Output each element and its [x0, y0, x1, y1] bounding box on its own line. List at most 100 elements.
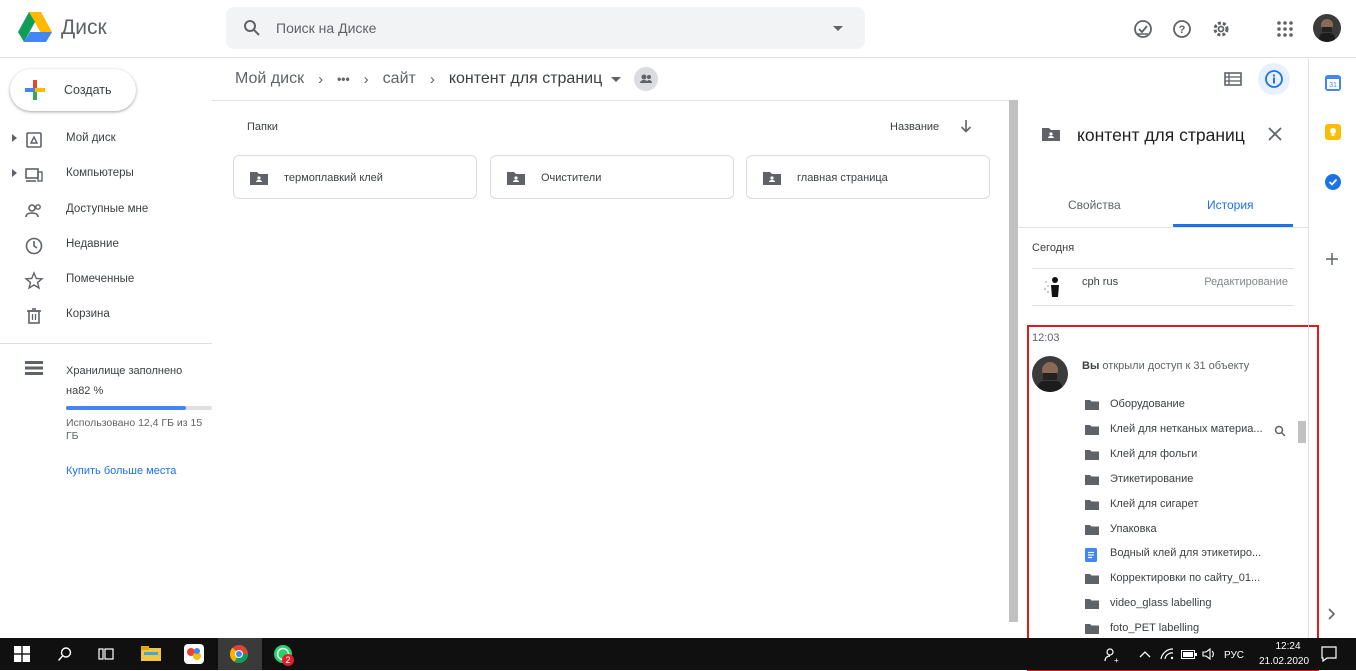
- chevron-right-icon: ›: [363, 70, 369, 88]
- search-input[interactable]: Поиск на Диске: [276, 20, 376, 36]
- tab-divider: [1018, 227, 1308, 228]
- shared-folder-icon: [1041, 126, 1061, 142]
- sidebar-item-label: Мой диск: [66, 132, 116, 144]
- sidebar-item-recent[interactable]: Недавние: [0, 228, 212, 262]
- keep-icon[interactable]: [1325, 124, 1341, 140]
- breadcrumb-current[interactable]: контент для страниц: [449, 70, 602, 88]
- volume-icon[interactable]: [1202, 648, 1218, 660]
- file-explorer-icon[interactable]: [141, 646, 161, 662]
- folder-name: Очистители: [541, 172, 602, 184]
- sidebar-item-starred[interactable]: Помеченные: [0, 263, 212, 297]
- list-view-icon[interactable]: [1224, 70, 1242, 88]
- details-info-button[interactable]: [1258, 63, 1290, 95]
- folder-name: термоплавкий клей: [284, 172, 383, 184]
- sidebar-item-label: Компьютеры: [66, 167, 134, 179]
- account-avatar[interactable]: [1313, 14, 1341, 42]
- keyboard-language[interactable]: РУС: [1224, 650, 1244, 661]
- shared-folder-icon: [506, 170, 526, 186]
- folder-card[interactable]: термоплавкий клей: [233, 155, 477, 199]
- sidebar-item-label: Корзина: [66, 308, 110, 320]
- folders-heading: Папки: [247, 121, 278, 133]
- tasks-icon[interactable]: [1325, 174, 1341, 190]
- storage-progress-bar: [66, 406, 212, 410]
- drive-icon: [24, 130, 44, 150]
- notification-badge: 2: [282, 654, 294, 666]
- star-icon: [24, 271, 44, 291]
- storage-icon: [24, 360, 44, 376]
- settings-gear-icon[interactable]: [1210, 18, 1232, 40]
- shared-folder-icon[interactable]: [634, 67, 659, 91]
- sidebar-item-label: Доступные мне: [66, 203, 149, 215]
- folder-card[interactable]: главная страница: [746, 155, 990, 199]
- offline-status-icon[interactable]: [1132, 18, 1154, 40]
- task-view-icon[interactable]: [98, 646, 114, 662]
- storage-used-text: Использовано 12,4 ГБ из 15 ГБ: [66, 417, 203, 442]
- sidebar-item-computers[interactable]: Компьютеры: [0, 157, 212, 191]
- history-action: Редактирование: [1204, 276, 1288, 288]
- header-divider: [212, 100, 1020, 101]
- app-launcher-icon[interactable]: [184, 644, 204, 664]
- search-bar[interactable]: Поиск на Диске: [226, 7, 865, 49]
- storage-label: Хранилище заполнено на82 %: [66, 365, 183, 397]
- breadcrumb-item[interactable]: сайт: [383, 70, 416, 88]
- battery-icon[interactable]: [1181, 650, 1197, 659]
- close-icon[interactable]: [1267, 126, 1283, 142]
- breadcrumb-root[interactable]: Мой диск: [235, 70, 304, 88]
- breadcrumb: Мой диск › ••• › сайт › контент для стра…: [235, 67, 659, 91]
- chevron-right-icon: ›: [429, 70, 435, 88]
- add-addon-plus-icon[interactable]: [1325, 252, 1339, 266]
- folder-card[interactable]: Очистители: [490, 155, 734, 199]
- svg-text:31: 31: [1329, 82, 1337, 89]
- shared-folder-icon: [249, 170, 269, 186]
- tab-properties[interactable]: Свойства: [1068, 198, 1121, 212]
- sidebar-item-trash[interactable]: Корзина: [0, 298, 212, 332]
- calendar-icon[interactable]: 31: [1325, 75, 1341, 91]
- sidebar-item-my-drive[interactable]: Мой диск: [0, 122, 212, 156]
- details-title: контент для страниц: [1077, 125, 1245, 145]
- clock-time[interactable]: 12:24: [1268, 641, 1308, 652]
- clock-date[interactable]: 21.02.2020: [1254, 656, 1314, 667]
- highlight-annotation-box: [1027, 325, 1319, 671]
- sidebar-item-shared[interactable]: Доступные мне: [0, 193, 212, 227]
- chrome-icon[interactable]: [229, 644, 249, 664]
- sidebar-item-label: Помеченные: [66, 273, 135, 285]
- trash-icon: [24, 306, 44, 326]
- chevron-right-icon[interactable]: [1326, 607, 1336, 621]
- create-button-label: Создать: [64, 83, 112, 97]
- chevron-right-icon: ›: [318, 70, 324, 88]
- sidebar-divider: [0, 343, 212, 344]
- history-entry[interactable]: cph rus Редактирование: [1032, 268, 1294, 306]
- shared-folder-icon: [762, 170, 782, 186]
- tray-chevron-up-icon[interactable]: [1139, 649, 1151, 659]
- expand-arrow-icon[interactable]: [12, 169, 17, 177]
- buy-storage-link[interactable]: Купить больше места: [66, 465, 176, 477]
- apps-grid-icon[interactable]: [1274, 18, 1296, 40]
- expand-arrow-icon[interactable]: [12, 134, 17, 142]
- main-scrollbar[interactable]: [1009, 100, 1018, 622]
- user-avatar: [1042, 272, 1064, 300]
- history-user: cph rus: [1082, 276, 1119, 288]
- drive-logo-icon[interactable]: [18, 12, 52, 44]
- taskbar-search-icon[interactable]: [57, 646, 73, 662]
- folder-name: главная страница: [797, 172, 888, 184]
- tab-history[interactable]: История: [1207, 198, 1254, 212]
- people-icon[interactable]: +: [1104, 647, 1120, 663]
- windows-start-icon[interactable]: [14, 646, 30, 662]
- sort-by-name-button[interactable]: Название: [890, 121, 939, 133]
- date-group-label: Сегодня: [1032, 242, 1075, 254]
- shared-people-icon: [24, 201, 44, 221]
- search-icon[interactable]: [243, 19, 261, 37]
- svg-text:+: +: [1114, 656, 1119, 663]
- sort-direction-arrow-icon[interactable]: [958, 118, 974, 134]
- notification-center-icon[interactable]: [1321, 646, 1337, 662]
- create-button[interactable]: Создать: [10, 69, 136, 111]
- folder-menu-caret-icon[interactable]: [611, 76, 622, 82]
- wifi-icon[interactable]: [1160, 648, 1174, 660]
- search-options-caret-icon[interactable]: [833, 26, 843, 31]
- storage-progress-fill: [66, 406, 186, 410]
- help-icon[interactable]: ?: [1171, 18, 1193, 40]
- breadcrumb-more[interactable]: •••: [337, 72, 350, 86]
- svg-text:?: ?: [1179, 24, 1186, 36]
- clock-icon: [24, 236, 44, 256]
- app-name[interactable]: Диск: [61, 16, 107, 40]
